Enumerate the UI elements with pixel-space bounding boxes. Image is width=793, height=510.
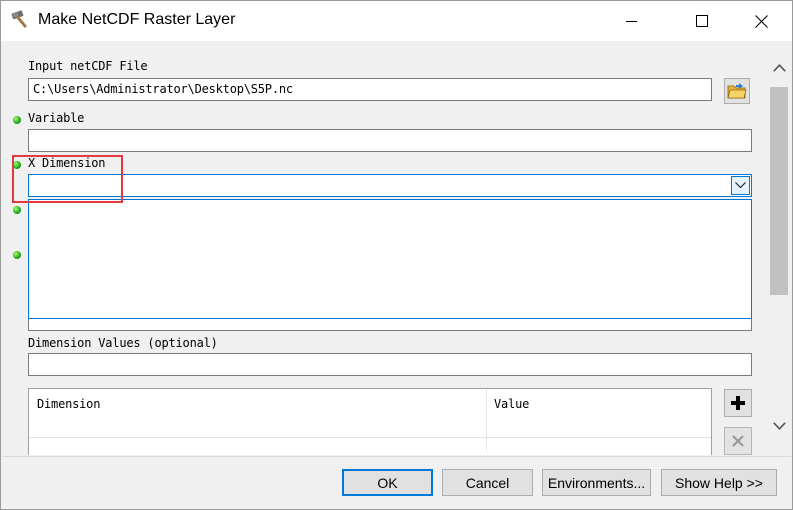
hammer-icon — [11, 10, 28, 29]
minimize-button[interactable] — [609, 1, 655, 41]
button-bar: OK Cancel Environments... Show Help >> — [2, 456, 791, 509]
x-icon — [732, 435, 744, 447]
variable-label: Variable — [28, 111, 85, 125]
remove-row-button[interactable] — [724, 427, 752, 455]
chevron-up-icon — [772, 64, 786, 72]
x-dimension-dropdown-list[interactable] — [28, 199, 752, 319]
dimension-values-field[interactable] — [28, 353, 752, 376]
title-bar: Make NetCDF Raster Layer — [1, 1, 792, 41]
column-header-dimension[interactable]: Dimension — [29, 389, 486, 439]
variable-field[interactable] — [28, 129, 752, 152]
browse-button[interactable] — [724, 78, 750, 104]
input-file-field[interactable]: C:\Users\Administrator\Desktop\S5P.nc — [28, 78, 712, 101]
close-icon — [754, 14, 768, 28]
plus-icon — [731, 396, 745, 410]
chevron-down-icon — [772, 422, 786, 430]
window-title: Make NetCDF Raster Layer — [38, 11, 236, 28]
scroll-down-button[interactable] — [768, 415, 790, 437]
dropdown-arrow-button[interactable] — [731, 176, 750, 195]
highlight-box — [12, 155, 123, 203]
input-file-label: Input netCDF File — [28, 59, 148, 73]
show-help-button[interactable]: Show Help >> — [661, 469, 777, 496]
form-area: Input netCDF File C:\Users\Administrator… — [2, 41, 791, 455]
chevron-down-icon — [735, 182, 746, 189]
dialog-window: Make NetCDF Raster Layer Input netCDF Fi… — [0, 0, 793, 510]
close-button[interactable] — [738, 1, 784, 41]
x-dimension-combobox[interactable] — [28, 174, 752, 197]
required-indicator-icon — [13, 206, 21, 214]
maximize-icon — [696, 15, 708, 27]
open-folder-icon — [727, 83, 747, 99]
dimension-values-table[interactable]: Dimension Value — [28, 388, 712, 455]
scroll-up-button[interactable] — [768, 57, 790, 79]
add-row-button[interactable] — [724, 389, 752, 417]
column-header-value[interactable]: Value — [486, 389, 711, 439]
required-indicator-icon — [13, 251, 21, 259]
scrollbar-thumb[interactable] — [770, 87, 788, 295]
dimension-values-label: Dimension Values (optional) — [28, 336, 218, 350]
maximize-button[interactable] — [679, 1, 725, 41]
ok-button[interactable]: OK — [342, 469, 433, 496]
required-indicator-icon — [13, 116, 21, 124]
minimize-icon — [626, 21, 637, 22]
vertical-scrollbar[interactable] — [768, 55, 790, 455]
environments-button[interactable]: Environments... — [542, 469, 651, 496]
cancel-button[interactable]: Cancel — [442, 469, 533, 496]
row-divider — [29, 437, 711, 438]
